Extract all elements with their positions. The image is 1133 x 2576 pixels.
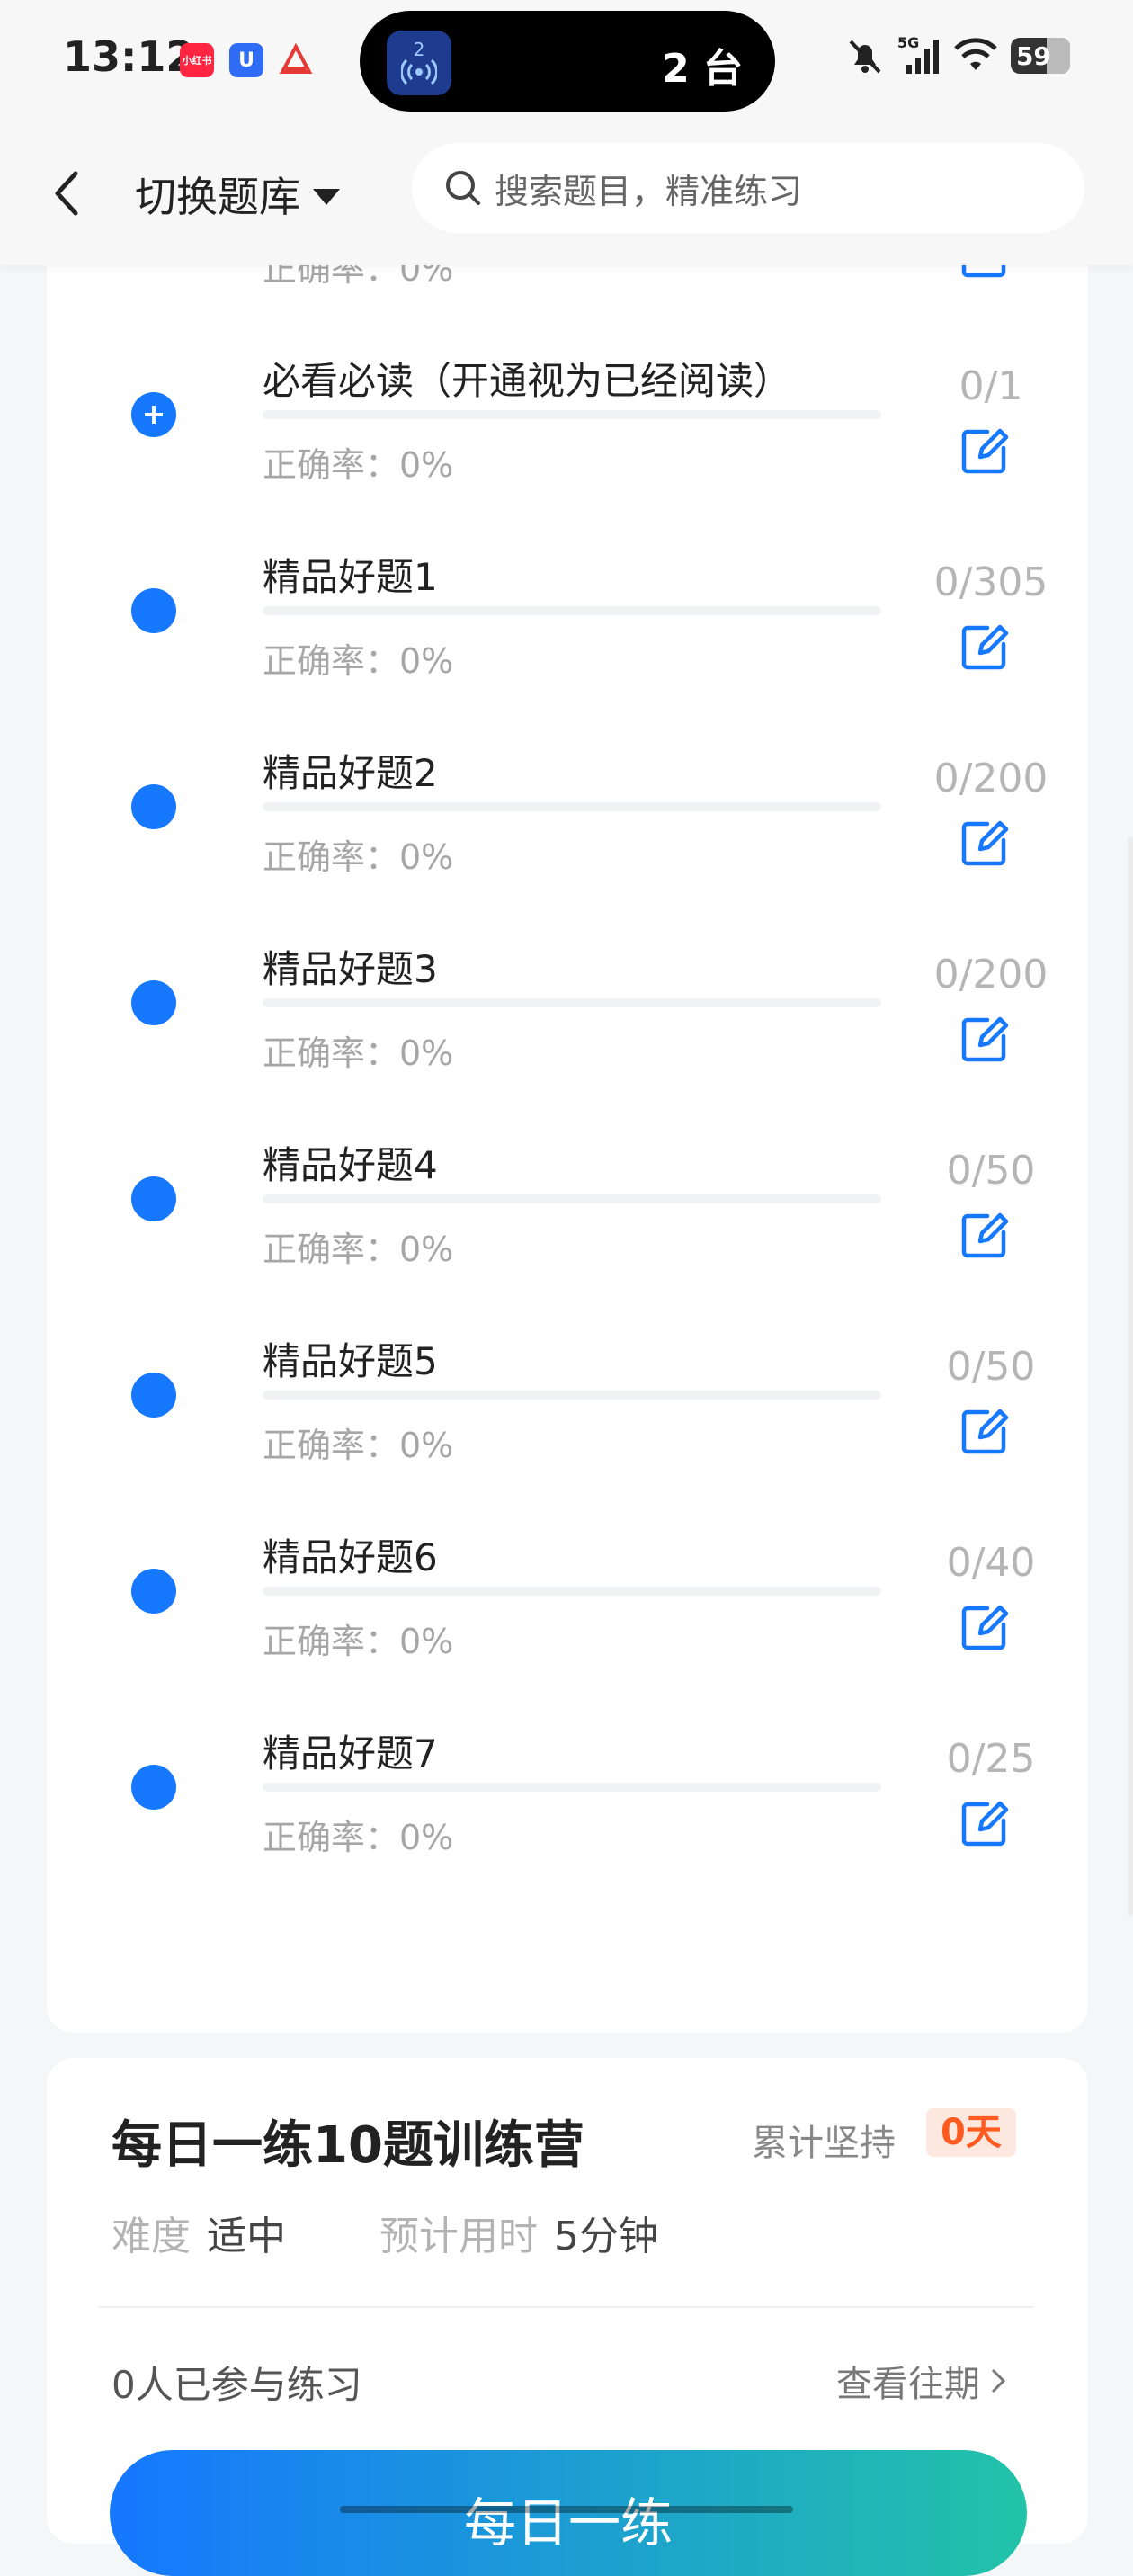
accuracy-text: 正确率：0% xyxy=(263,1818,454,1857)
accuracy-text: 正确率：0% xyxy=(263,1230,454,1269)
u-app-icon: U xyxy=(229,43,263,77)
home-indicator[interactable] xyxy=(340,2506,793,2513)
signal-app-icon: 2 xyxy=(387,31,451,95)
difficulty-value: 适中 xyxy=(207,2214,286,2259)
search-input[interactable]: 搜索题目，精准练习 xyxy=(412,143,1084,233)
progress-bar xyxy=(263,802,881,811)
chapter-list-card: 费正确率：0%0/0必看必读（开通视为已经阅读）正确率：0%0/1精品好题1正确… xyxy=(47,162,1088,2033)
difficulty-info: 难度 适中 xyxy=(112,2204,286,2261)
accuracy-text: 正确率：0% xyxy=(263,1426,454,1465)
question-count: 0/40 xyxy=(946,1540,1036,1586)
chevron-left-icon xyxy=(55,171,78,216)
chapter-row[interactable]: 精品好题6 正确率：0% 0/40 xyxy=(47,1491,1088,1687)
persist-label: 累计坚持 xyxy=(752,2123,896,2164)
question-count: 0/50 xyxy=(946,1344,1036,1390)
accuracy-text: 正确率：0% xyxy=(263,445,454,485)
divider xyxy=(99,2306,1034,2308)
accuracy-text: 正确率：0% xyxy=(263,641,454,681)
progress-bar xyxy=(263,1194,881,1203)
chapter-dot-icon xyxy=(131,1569,176,1614)
daily-practice-button[interactable]: 每日一练 xyxy=(110,2450,1027,2576)
chapter-title: 精品好题1 xyxy=(263,555,438,599)
accuracy-text: 正确率：0% xyxy=(263,1033,454,1073)
progress-bar xyxy=(263,606,881,615)
chapter-title: 精品好题4 xyxy=(263,1143,438,1187)
time-label: 预计用时 xyxy=(379,2214,538,2259)
system-icons: 5G 59 xyxy=(845,34,1070,76)
progress-bar xyxy=(263,410,881,419)
view-history-label: 查看往期 xyxy=(836,2364,980,2405)
estimated-time-info: 预计用时 5分钟 xyxy=(379,2204,658,2261)
accuracy-text: 正确率：0% xyxy=(263,837,454,877)
edit-practice-icon[interactable] xyxy=(959,1013,1011,1065)
status-time: 13:12 xyxy=(63,32,195,81)
mute-bell-icon xyxy=(849,40,881,74)
chapter-dot-icon xyxy=(131,980,176,1025)
question-count: 0/50 xyxy=(946,1148,1036,1194)
chapter-row[interactable]: 精品好题1 正确率：0% 0/305 xyxy=(47,511,1088,707)
search-icon xyxy=(446,171,480,205)
persist-days-badge: 0天 xyxy=(926,2108,1016,2157)
wifi-icon xyxy=(954,38,997,70)
edit-practice-icon[interactable] xyxy=(959,1797,1011,1849)
chevron-right-icon xyxy=(991,2368,1006,2393)
question-count: 0/200 xyxy=(933,756,1048,801)
time-value: 5分钟 xyxy=(554,2214,658,2259)
chapter-row[interactable]: 精品好题7 正确率：0% 0/25 xyxy=(47,1687,1088,1883)
daily-practice-card: 每日一练10题训练营 累计坚持 0天 难度 适中 预计用时 5分钟 0人已参与练习 … xyxy=(47,2058,1088,2576)
progress-bar xyxy=(263,998,881,1007)
xiaohongshu-app-icon: 小红书 xyxy=(180,43,214,77)
chapter-dot-icon xyxy=(131,1176,176,1221)
chapter-title: 精品好题7 xyxy=(263,1731,438,1775)
edit-practice-icon[interactable] xyxy=(959,1209,1011,1261)
caret-down-icon xyxy=(313,189,340,205)
progress-bar xyxy=(263,1587,881,1596)
search-placeholder: 搜索题目，精准练习 xyxy=(495,171,803,211)
progress-bar xyxy=(263,1783,881,1792)
red-triangle-app-icon xyxy=(279,43,313,77)
chapter-row[interactable]: 必看必读（开通视为已经阅读） 正确率：0% 0/1 xyxy=(47,315,1088,511)
question-count: 0/305 xyxy=(933,559,1048,605)
accuracy-text: 正确率：0% xyxy=(263,1622,454,1661)
daily-title: 每日一练10题训练营 xyxy=(112,2116,584,2175)
status-bar: 13:12 小红书 U 2 2 台 5G 59 xyxy=(0,0,1133,121)
question-count: 0/200 xyxy=(933,952,1048,997)
question-count: 0/25 xyxy=(946,1736,1036,1782)
view-history-link[interactable]: 查看往期 xyxy=(836,2355,1007,2407)
header-bar: 切换题库 搜索题目，精准练习 xyxy=(0,121,1133,265)
participants-count: 0人已参与练习 xyxy=(112,2363,362,2407)
cellular-signal-icon: 5G xyxy=(897,34,941,76)
switch-label: 切换题库 xyxy=(135,173,300,221)
back-button[interactable] xyxy=(50,166,95,220)
chapter-dot-icon xyxy=(131,784,176,829)
chapter-title: 精品好题5 xyxy=(263,1339,438,1383)
chapter-row[interactable]: 精品好题4 正确率：0% 0/50 xyxy=(47,1099,1088,1295)
edit-practice-icon[interactable] xyxy=(959,1405,1011,1457)
switch-question-bank-dropdown[interactable]: 切换题库 xyxy=(135,165,340,224)
daily-practice-button-label: 每日一练 xyxy=(463,2492,673,2554)
island-text: 2 台 xyxy=(662,46,743,92)
chapter-title: 精品好题2 xyxy=(263,751,438,795)
chapter-row[interactable]: 精品好题5 正确率：0% 0/50 xyxy=(47,1295,1088,1491)
chapter-title: 必看必读（开通视为已经阅读） xyxy=(263,359,792,403)
edit-practice-icon[interactable] xyxy=(959,425,1011,477)
edit-practice-icon[interactable] xyxy=(959,817,1011,869)
difficulty-label: 难度 xyxy=(112,2214,191,2259)
progress-bar xyxy=(263,1391,881,1400)
expand-plus-icon[interactable] xyxy=(131,392,176,437)
edit-practice-icon[interactable] xyxy=(959,1601,1011,1653)
battery-icon: 59 xyxy=(1011,38,1070,74)
chapter-title: 精品好题6 xyxy=(263,1535,438,1579)
scrollbar[interactable] xyxy=(1128,836,1133,1916)
dynamic-island[interactable]: 2 2 台 xyxy=(360,11,775,112)
chapter-dot-icon xyxy=(131,1765,176,1810)
chapter-title: 精品好题3 xyxy=(263,947,438,991)
question-count: 0/1 xyxy=(959,363,1023,409)
edit-practice-icon[interactable] xyxy=(959,621,1011,673)
chapter-row[interactable]: 精品好题3 正确率：0% 0/200 xyxy=(47,903,1088,1099)
chapter-dot-icon xyxy=(131,588,176,633)
chapter-row[interactable]: 精品好题2 正确率：0% 0/200 xyxy=(47,707,1088,903)
chapter-dot-icon xyxy=(131,1373,176,1418)
